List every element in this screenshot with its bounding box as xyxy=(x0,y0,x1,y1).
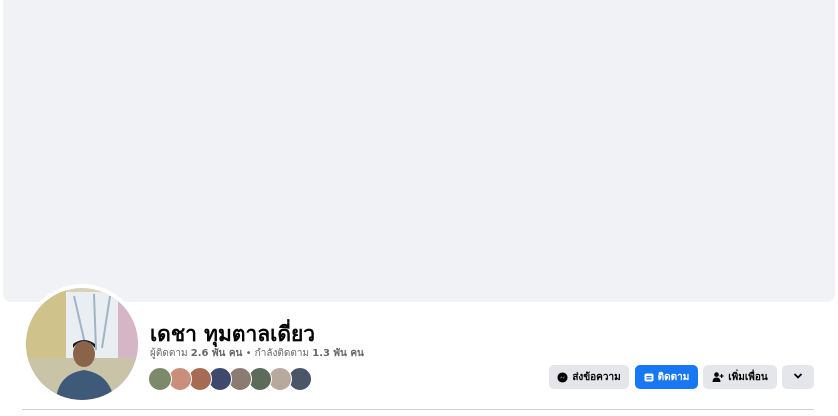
follow-button[interactable]: ติดตาม xyxy=(635,365,698,389)
add-friend-button[interactable]: เพิ่มเพื่อน xyxy=(703,365,777,389)
add-friend-icon xyxy=(712,372,724,382)
profile-divider xyxy=(22,409,814,410)
followers-label: ผู้ติดตาม xyxy=(150,348,188,359)
add-friend-label: เพิ่มเพื่อน xyxy=(728,371,768,383)
send-message-button[interactable]: ส่งข้อความ xyxy=(549,365,629,389)
messenger-icon xyxy=(557,371,568,383)
chevron-down-icon xyxy=(793,372,803,383)
mutual-friend-avatar[interactable] xyxy=(148,367,172,391)
follow-label: ติดตาม xyxy=(657,371,690,383)
stats-separator: • xyxy=(245,348,252,359)
cover-photo[interactable] xyxy=(3,0,835,302)
more-options-button[interactable] xyxy=(782,365,814,389)
following-label: กำลังติดตาม xyxy=(254,348,310,359)
follow-stats: ผู้ติดตาม 2.6 พัน คน • กำลังติดตาม 1.3 พ… xyxy=(150,346,364,361)
following-count[interactable]: 1.3 พัน คน xyxy=(312,348,364,359)
send-message-label: ส่งข้อความ xyxy=(572,371,621,383)
profile-avatar[interactable] xyxy=(26,288,138,400)
mutual-friends-avatars xyxy=(148,367,312,391)
follow-icon xyxy=(644,372,654,382)
followers-count[interactable]: 2.6 พัน คน xyxy=(191,348,243,359)
